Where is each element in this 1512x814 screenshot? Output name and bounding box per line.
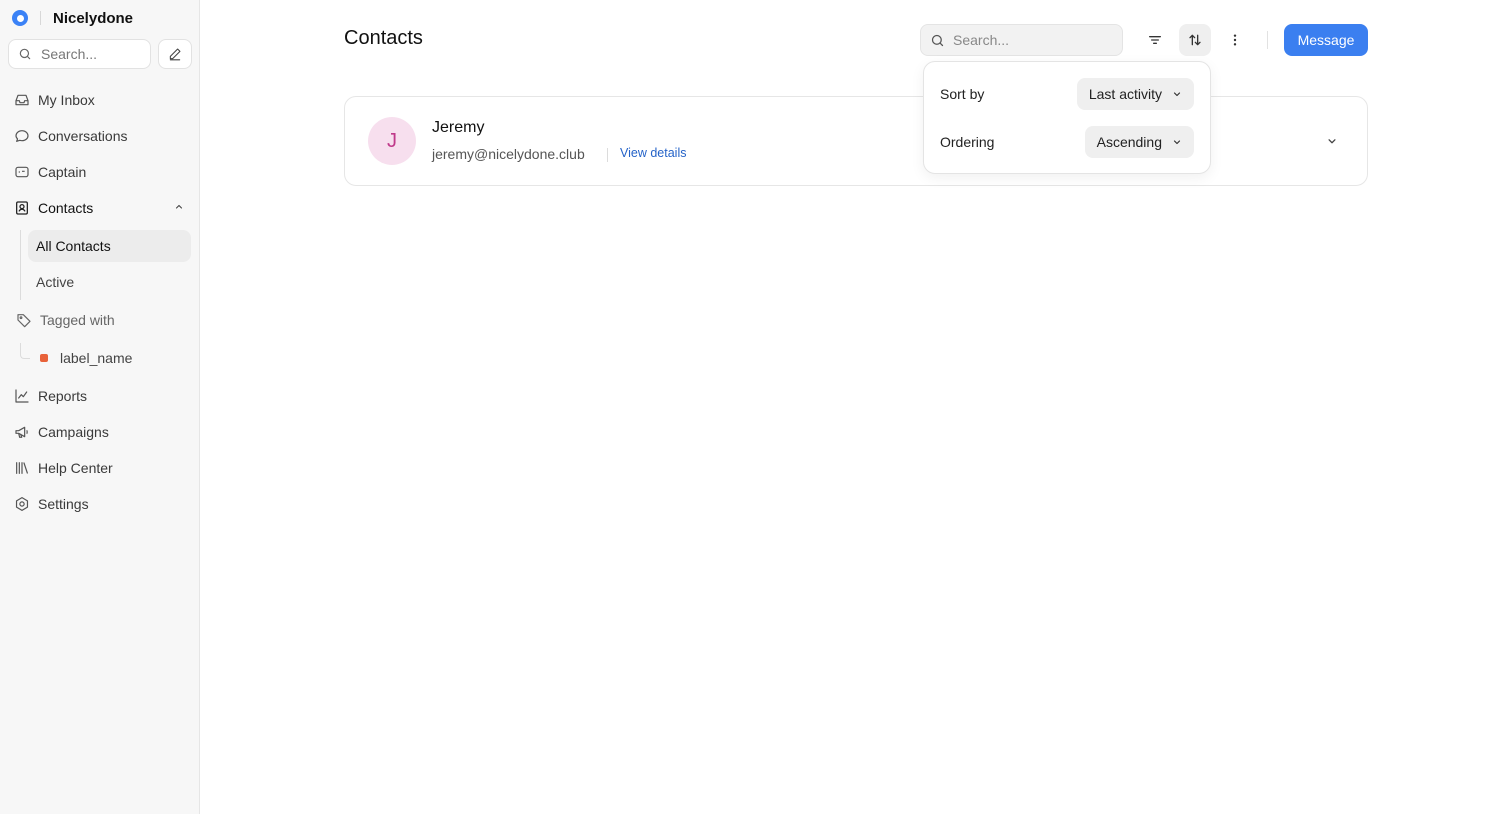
sidebar-item-conversations[interactable]: Conversations	[14, 124, 128, 148]
sort-by-select[interactable]: Last activity	[1076, 78, 1194, 110]
contact-divider	[607, 148, 608, 162]
sidebar-item-label: Contacts	[38, 200, 94, 216]
chevron-up-icon[interactable]	[173, 201, 185, 213]
sidebar-item-label: Captain	[38, 164, 87, 180]
tag-guide-line	[20, 343, 30, 359]
filter-button[interactable]	[1139, 24, 1171, 56]
contacts-search-input[interactable]: Search...	[920, 24, 1123, 56]
filter-lines-icon	[1147, 32, 1163, 48]
message-button[interactable]: Message	[1284, 24, 1368, 56]
compose-button[interactable]	[158, 39, 192, 69]
more-options-button[interactable]	[1219, 24, 1251, 56]
search-icon	[930, 33, 945, 48]
search-icon	[18, 47, 32, 61]
sidebar-item-label: My Inbox	[38, 92, 95, 108]
contact-card[interactable]: J Jeremy jeremy@nicelydone.club View det…	[344, 96, 1368, 186]
chat-bubble-icon	[14, 128, 30, 144]
sort-by-value: Last activity	[1088, 86, 1162, 102]
sort-popover: Sort by Last activity Ordering Ascending	[923, 61, 1211, 174]
avatar: J	[368, 117, 416, 165]
sidebar-item-label: Active	[36, 274, 75, 290]
sort-button[interactable]	[1179, 24, 1211, 56]
brand-name: Nicelydone	[53, 9, 134, 27]
sidebar-item-contacts[interactable]: Contacts	[14, 196, 93, 220]
tag-color-dot	[40, 354, 48, 362]
sidebar-item-label: Campaigns	[38, 424, 109, 440]
sidebar-item-tag-label-name[interactable]: label_name	[40, 347, 132, 369]
sort-arrows-icon	[1187, 32, 1203, 48]
toolbar-divider	[1267, 31, 1268, 49]
sidebar-item-settings[interactable]: Settings	[14, 492, 89, 516]
sidebar-item-captain[interactable]: Captain	[14, 160, 86, 184]
captain-icon	[14, 164, 30, 180]
view-details-link[interactable]: View details	[620, 146, 686, 160]
contacts-search-placeholder: Search...	[953, 32, 1010, 48]
sidebar-item-label: Reports	[38, 388, 88, 404]
tagged-with-header: Tagged with	[16, 309, 115, 331]
sidebar-item-reports[interactable]: Reports	[14, 384, 87, 408]
sort-by-label: Sort by	[940, 86, 985, 102]
ordering-select[interactable]: Ascending	[1084, 126, 1194, 158]
library-icon	[14, 460, 30, 476]
sidebar-item-active[interactable]: Active	[28, 266, 191, 298]
sidebar-item-all-contacts[interactable]: All Contacts	[28, 230, 191, 262]
megaphone-icon	[14, 424, 30, 440]
contact-name: Jeremy	[432, 119, 485, 136]
contacts-book-icon	[14, 200, 30, 216]
sidebar-item-label: Conversations	[38, 128, 128, 144]
brand[interactable]: Nicelydone	[12, 8, 133, 28]
main-content: Contacts Search... Message J Jeremy jere…	[200, 0, 1512, 814]
page-title: Contacts	[344, 27, 423, 49]
sidebar: Nicelydone Search... My Inbox Conversati…	[0, 0, 200, 814]
sidebar-item-help-center[interactable]: Help Center	[14, 456, 113, 480]
tag-name: label_name	[60, 350, 133, 366]
pencil-icon	[168, 47, 182, 61]
app: Nicelydone Search... My Inbox Conversati…	[0, 0, 1512, 814]
sidebar-item-label: Settings	[38, 496, 89, 512]
sidebar-search-placeholder: Search...	[41, 46, 98, 62]
tag-icon	[16, 312, 32, 328]
brand-divider	[40, 11, 41, 25]
more-vertical-icon	[1227, 32, 1243, 48]
chevron-down-icon	[1171, 136, 1183, 148]
tagged-with-label: Tagged with	[40, 312, 115, 328]
ordering-value: Ascending	[1096, 134, 1162, 150]
line-chart-icon	[14, 388, 30, 404]
submenu-guide-line	[20, 230, 21, 300]
chevron-down-icon	[1171, 88, 1183, 100]
sidebar-search-input[interactable]: Search...	[8, 39, 151, 69]
inbox-icon	[14, 92, 30, 108]
brand-logo-icon	[12, 10, 28, 26]
chevron-down-icon[interactable]	[1325, 134, 1339, 148]
sidebar-item-label: Help Center	[38, 460, 113, 476]
sidebar-item-label: All Contacts	[36, 238, 111, 254]
contact-email: jeremy@nicelydone.club	[432, 146, 585, 162]
sidebar-item-campaigns[interactable]: Campaigns	[14, 420, 109, 444]
sidebar-item-my-inbox[interactable]: My Inbox	[14, 88, 95, 112]
gear-icon	[14, 496, 30, 512]
ordering-label: Ordering	[940, 134, 995, 150]
